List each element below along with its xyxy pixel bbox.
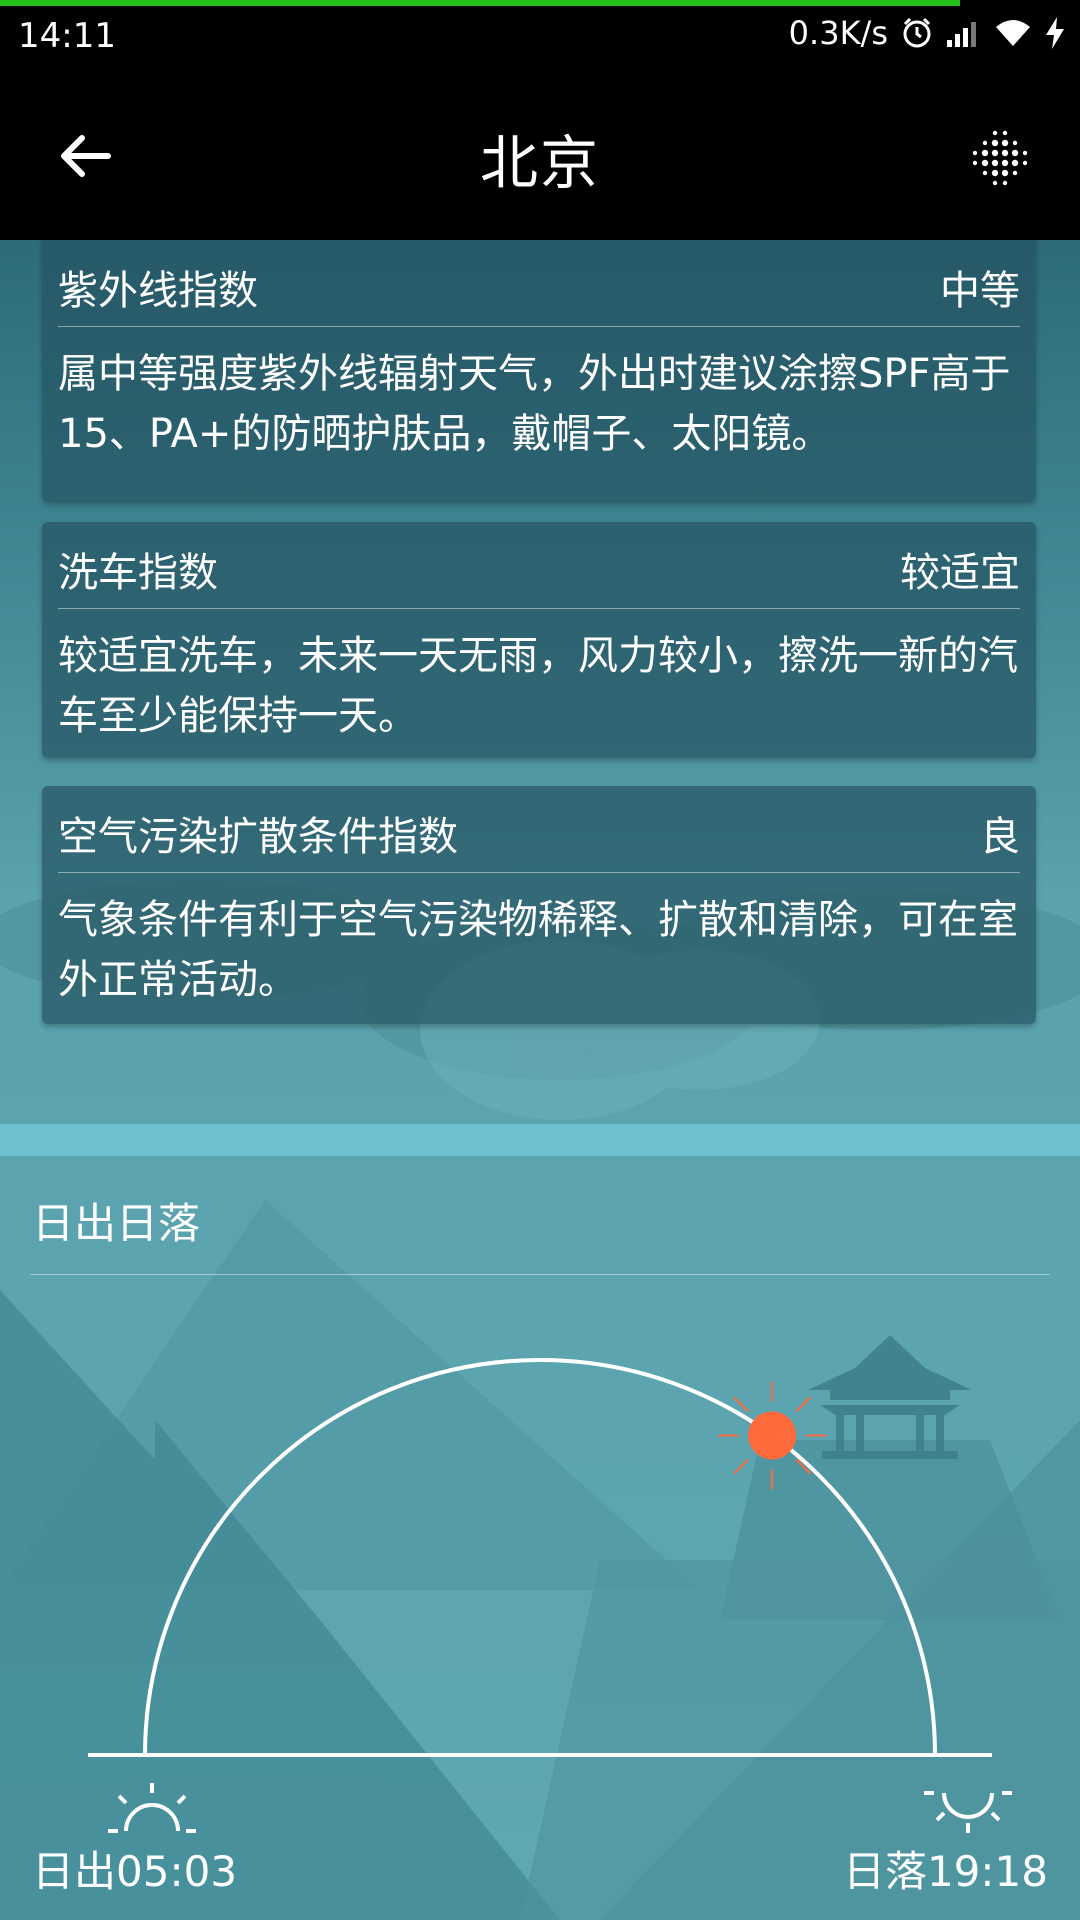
status-time: 14:11 (18, 16, 116, 56)
content-area: 紫外线指数 中等 属中等强度紫外线辐射天气，外出时建议涂擦SPF高于15、PA+… (0, 240, 1080, 1920)
network-speed: 0.3K/s (788, 14, 888, 52)
sun-ray (733, 1458, 749, 1475)
sunrise-time: 日出05:03 (32, 1847, 238, 1896)
sun-icon (748, 1411, 797, 1460)
sun-ray (733, 1396, 749, 1413)
signal-icon (946, 18, 982, 48)
sunrise-icon (108, 1783, 196, 1833)
alarm-icon (900, 16, 934, 50)
sun-arc (143, 1358, 937, 1756)
charging-icon (1044, 16, 1066, 50)
top-progress-line (0, 0, 960, 6)
status-bar: 14:11 0.3K/s (0, 0, 1080, 74)
wifi-icon (994, 18, 1032, 48)
sun-ray (795, 1396, 812, 1413)
app-toolbar: 北京 (0, 74, 1080, 240)
sun-arc-chart (88, 1358, 1012, 1833)
menu-button[interactable] (960, 120, 1040, 200)
sunset-time: 日落19:18 (842, 1847, 1048, 1896)
dot-grid-icon (968, 126, 1032, 194)
city-title: 北京 (479, 129, 600, 197)
status-icons: 0.3K/s (789, 14, 1066, 52)
sun-position-marker (718, 1381, 827, 1490)
sunset-icon (924, 1791, 1012, 1833)
